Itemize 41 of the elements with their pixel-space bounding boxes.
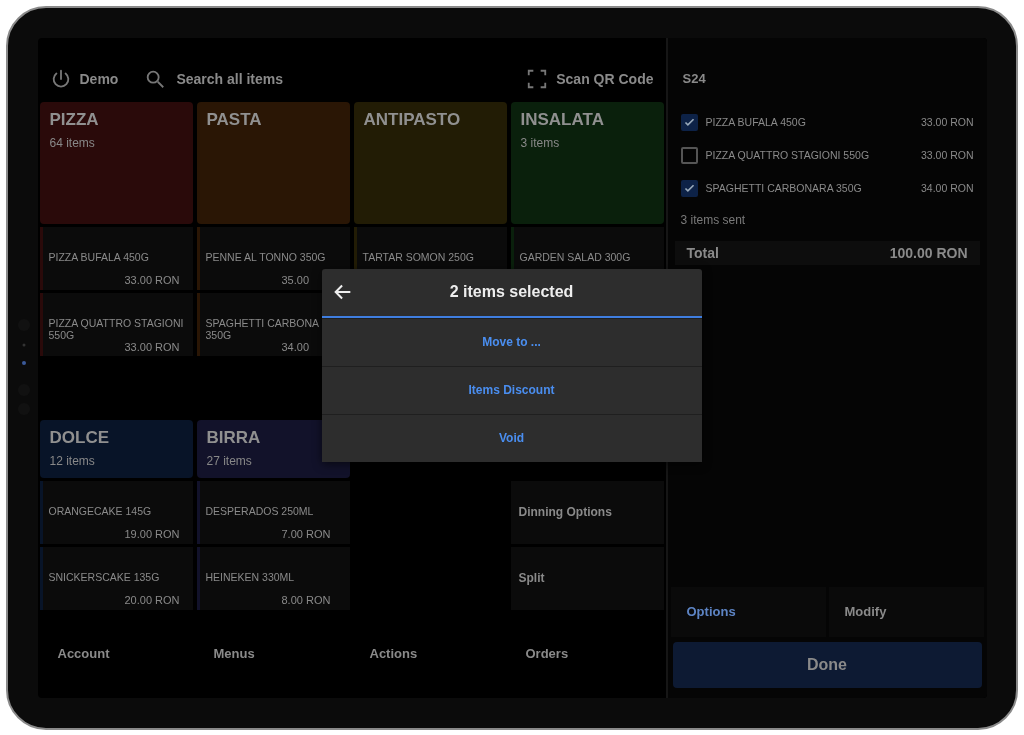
- menu-item-tile[interactable]: DESPERADOS 250ML 7.00 RON: [196, 480, 350, 544]
- table-name: S24: [681, 70, 707, 88]
- checkbox[interactable]: [680, 146, 698, 164]
- total-label: Total: [686, 244, 719, 261]
- menu-item-tile[interactable]: SNICKERSCAKE 135G 20.00 RON: [39, 546, 193, 610]
- order-item-price: 33.00 RON: [920, 116, 974, 128]
- checkbox[interactable]: [680, 113, 698, 131]
- nav-tab[interactable]: Orders: [507, 642, 664, 665]
- order-item-price: 33.00 RON: [920, 149, 974, 161]
- total-amount: 100.00 RON: [889, 244, 968, 261]
- logout-button[interactable]: Demo: [39, 63, 129, 94]
- dialog-option[interactable]: Void: [321, 413, 702, 462]
- nav-tab[interactable]: Account: [39, 642, 196, 665]
- action-tile[interactable]: Dinning Options: [510, 480, 664, 544]
- nav-tab[interactable]: Menus: [195, 642, 352, 665]
- menu-item-tile[interactable]: HEINEKEN 330ML 8.00 RON: [196, 546, 350, 610]
- dialog-option[interactable]: Move to ...: [321, 317, 702, 366]
- checkbox[interactable]: [680, 179, 698, 197]
- done-button[interactable]: Done: [672, 641, 982, 688]
- sent-count: 3 items sent: [680, 211, 747, 229]
- category-tile[interactable]: DOLCE 12 items: [39, 419, 193, 478]
- menu-item-tile[interactable]: PENNE AL TONNO 350G 35.00: [196, 226, 350, 290]
- action-tile[interactable]: Split: [510, 546, 664, 610]
- scan-qr-button[interactable]: Scan QR Code: [516, 63, 664, 94]
- scan-icon: [526, 67, 549, 90]
- order-item-name: PIZZA BUFALA 450G: [705, 116, 807, 128]
- order-item-price: 34.00 RON: [920, 182, 974, 194]
- category-tile[interactable]: ANTIPASTO: [353, 101, 507, 224]
- category-tile[interactable]: INSALATA 3 items: [510, 101, 664, 224]
- nav-tab[interactable]: Actions: [351, 642, 508, 665]
- order-item-name: PIZZA QUATTRO STAGIONI 550G: [705, 149, 871, 161]
- order-action-button[interactable]: Modify: [828, 586, 984, 637]
- menu-item-tile[interactable]: PIZZA BUFALA 450G 33.00 RON: [39, 226, 193, 290]
- order-item-name: SPAGHETTI CARBONARA 350G: [705, 182, 863, 194]
- order-action-button[interactable]: Options: [670, 586, 826, 637]
- category-tile[interactable]: PASTA: [196, 101, 350, 224]
- dialog-option[interactable]: Items Discount: [321, 365, 702, 414]
- menu-item-tile[interactable]: PIZZA QUATTRO STAGIONI 550G 33.00 RON: [39, 292, 193, 356]
- search-field[interactable]: Search all items: [174, 69, 379, 88]
- menu-item-tile[interactable]: ORANGECAKE 145G 19.00 RON: [39, 480, 193, 544]
- category-tile[interactable]: PIZZA 64 items: [39, 101, 193, 224]
